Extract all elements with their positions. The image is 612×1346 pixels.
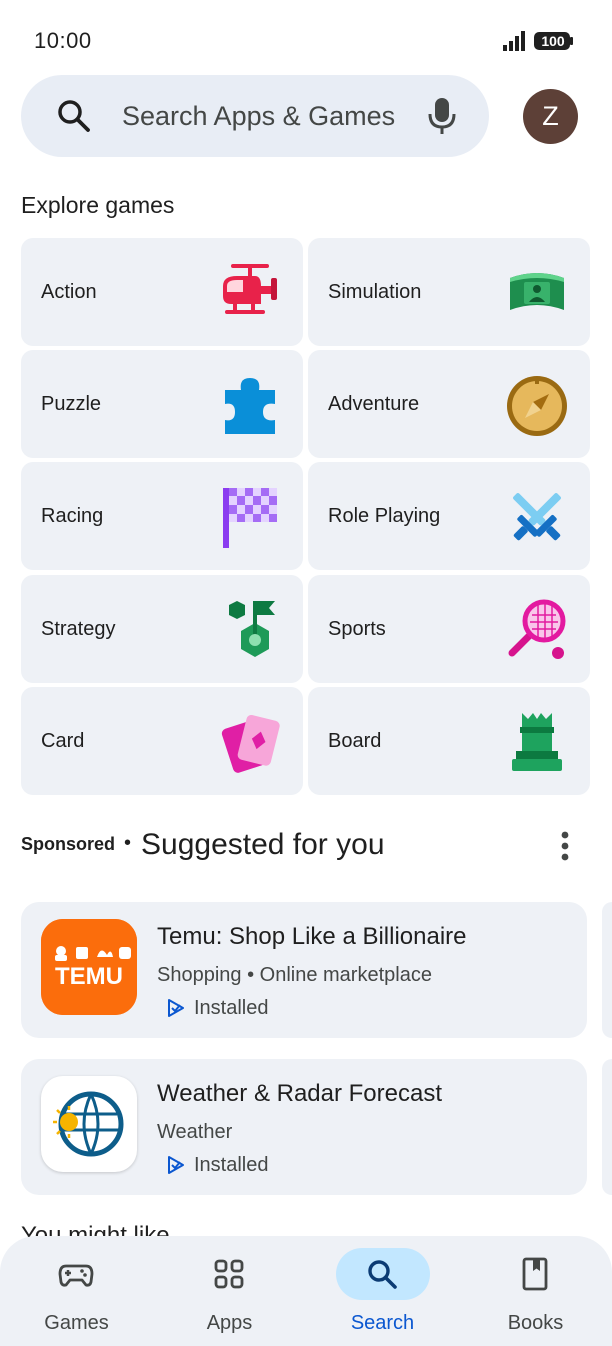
nav-item-search[interactable]: Search: [306, 1236, 459, 1346]
gamepad-icon: [58, 1264, 94, 1287]
battery-level: 100: [541, 33, 565, 49]
status-bar: 10:00 100: [0, 0, 612, 80]
temu-logo-icon: TEMU: [41, 919, 137, 1015]
genre-label: Action: [41, 281, 97, 303]
genre-label: Card: [41, 730, 85, 752]
more-vert-icon[interactable]: [553, 828, 577, 864]
temu-app-icon: TEMU: [41, 919, 137, 1015]
genre-label: Puzzle: [41, 393, 102, 415]
nav-item-books[interactable]: Books: [459, 1236, 612, 1346]
genre-card-adventure[interactable]: Adventure: [308, 350, 590, 458]
nav-label: Search: [350, 1312, 415, 1334]
search-icon: [58, 100, 90, 132]
separator-dot: •: [124, 832, 132, 854]
genre-card-racing[interactable]: Racing: [21, 462, 303, 570]
nav-item-apps[interactable]: Apps: [153, 1236, 306, 1346]
playing-cards-icon: [221, 714, 280, 773]
bottom-nav: Games Apps Search Books: [0, 1236, 612, 1346]
app-card-weather-radar[interactable]: Weather & Radar Forecast Weather Install…: [21, 1059, 587, 1195]
genre-card-board[interactable]: Board: [308, 687, 590, 795]
nav-label: Apps: [206, 1312, 253, 1334]
genre-card-card[interactable]: Card: [21, 687, 303, 795]
simulation-icon: [510, 273, 564, 310]
puzzle-piece-icon: [225, 378, 275, 434]
nav-label: Games: [44, 1312, 109, 1334]
avatar[interactable]: Z: [523, 89, 578, 144]
suggested-title: Suggested for you: [141, 828, 385, 861]
app-card-peek[interactable]: [602, 1059, 612, 1195]
play-installed-icon: [168, 1156, 184, 1174]
genre-label: Board: [328, 730, 382, 752]
app-category: Weather: [157, 1121, 233, 1143]
search-icon: [368, 1260, 397, 1289]
checkered-flag-icon: [223, 488, 277, 548]
app-name: Weather & Radar Forecast: [157, 1080, 443, 1107]
genre-label: Role Playing: [328, 505, 441, 527]
helicopter-icon: [223, 264, 277, 314]
genre-label: Sports: [328, 618, 386, 640]
chess-rook-icon: [512, 713, 562, 771]
app-category: Shopping • Online marketplace: [157, 964, 432, 986]
status-time: 10:00: [34, 28, 92, 53]
genre-label: Racing: [41, 505, 104, 527]
genre-card-sports[interactable]: Sports: [308, 575, 590, 683]
mic-icon[interactable]: [422, 94, 462, 138]
signal-icon: [503, 31, 525, 51]
genre-card-action[interactable]: Action: [21, 238, 303, 346]
book-icon: [522, 1257, 548, 1291]
genre-label: Simulation: [328, 281, 422, 303]
search-input[interactable]: Search Apps & Games: [122, 98, 395, 134]
genre-card-simulation[interactable]: Simulation: [308, 238, 590, 346]
suggested-header: Sponsored • Suggested for you: [21, 826, 601, 866]
genre-card-strategy[interactable]: Strategy: [21, 575, 303, 683]
nav-label: Books: [507, 1312, 564, 1334]
app-card-temu[interactable]: TEMU Temu: Shop Like a Billionaire Shopp…: [21, 902, 587, 1038]
genre-label: Adventure: [328, 393, 420, 415]
installed-label: Installed: [194, 997, 269, 1019]
tennis-racket-icon: [508, 599, 566, 659]
genre-card-role-playing[interactable]: Role Playing: [308, 462, 590, 570]
play-installed-icon: [168, 999, 184, 1017]
explore-games-title: Explore games: [21, 192, 175, 218]
genre-label: Strategy: [41, 618, 116, 640]
weather-globe-icon: [53, 1091, 124, 1157]
app-card-peek[interactable]: [602, 902, 612, 1038]
genre-card-puzzle[interactable]: Puzzle: [21, 350, 303, 458]
weather-radar-app-icon: [41, 1076, 137, 1172]
installed-label: Installed: [194, 1154, 269, 1176]
app-name: Temu: Shop Like a Billionaire: [157, 923, 467, 950]
crossed-swords-icon: [513, 493, 561, 541]
nav-item-games[interactable]: Games: [0, 1236, 153, 1346]
temu-logo-text: TEMU: [55, 963, 123, 990]
compass-icon: [507, 376, 567, 436]
apps-grid-icon: [214, 1259, 244, 1289]
strategy-flag-icon: [229, 601, 275, 657]
sponsored-label: Sponsored: [21, 834, 116, 854]
